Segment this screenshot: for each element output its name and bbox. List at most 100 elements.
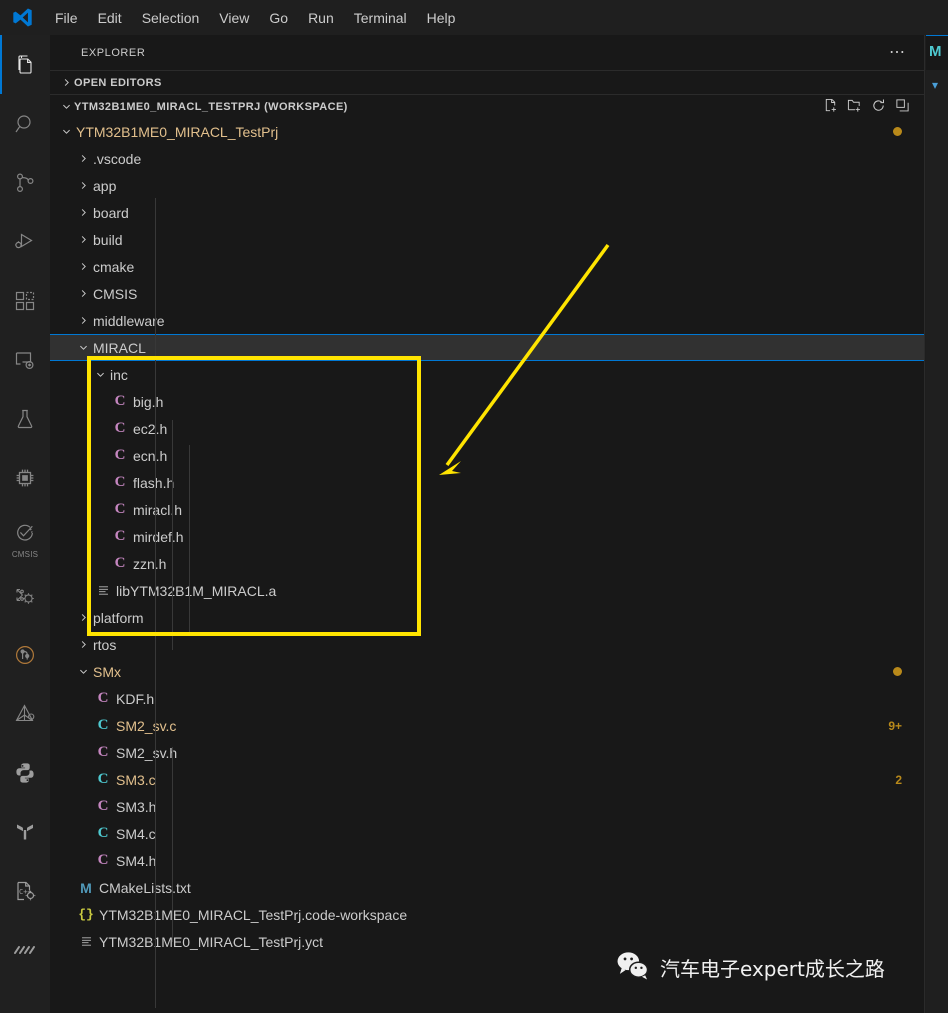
tree-folder-row[interactable]: platform — [50, 604, 924, 631]
activity-item-embedded-debug[interactable] — [0, 684, 50, 743]
tree-item-label: miracl.h — [133, 501, 183, 518]
new-file-icon[interactable] — [823, 98, 838, 116]
section-workspace[interactable]: YTM32B1ME0_MIRACL_TESTPRJ (WORKSPACE) — [50, 94, 924, 118]
indent-guide — [172, 747, 173, 942]
chevron-down-icon[interactable] — [92, 369, 108, 380]
menu-item-edit[interactable]: Edit — [89, 6, 131, 30]
tree-file-row[interactable]: Cmiracl.h — [50, 496, 924, 523]
tree-file-row[interactable]: Cbig.h — [50, 388, 924, 415]
c-source-file-icon: C — [97, 825, 109, 841]
chevron-right-icon[interactable] — [75, 612, 91, 623]
section-open-editors[interactable]: OPEN EDITORS — [50, 70, 924, 94]
tree-file-row[interactable]: C SM4.h — [50, 847, 924, 874]
menu-item-view[interactable]: View — [210, 6, 258, 30]
tree-file-row[interactable]: C SM3.c 2 — [50, 766, 924, 793]
c-header-file-icon: C — [114, 393, 126, 409]
tree-file-row[interactable]: C KDF.h — [50, 685, 924, 712]
activity-bar: CMSIS C++ — [0, 35, 50, 1013]
tree-folder-row[interactable]: MIRACL — [50, 334, 924, 361]
tree-file-row[interactable]: C SM4.c — [50, 820, 924, 847]
tree-file-row[interactable]: Cmirdef.h — [50, 523, 924, 550]
tree-file-row[interactable]: M CMakeLists.txt — [50, 874, 924, 901]
tree-folder-row[interactable]: board — [50, 199, 924, 226]
activity-item-search[interactable] — [0, 94, 50, 153]
tree-item-label: SM3.c — [116, 771, 156, 788]
chevron-right-icon[interactable] — [75, 639, 91, 650]
tree-item-label: cmake — [93, 258, 135, 275]
ellipsis-icon[interactable]: ⋯ — [883, 44, 912, 62]
tree-folder-row[interactable]: build — [50, 226, 924, 253]
vscode-window: File Edit Selection View Go Run Terminal… — [0, 0, 948, 1013]
chevron-right-icon[interactable] — [75, 261, 91, 272]
tree-item-label: build — [93, 231, 123, 248]
wechat-watermark-text: 汽车电子expert成长之路 — [660, 957, 885, 981]
chevron-right-icon[interactable] — [75, 315, 91, 326]
c-header-file-icon: C — [97, 798, 109, 814]
tree-file-row[interactable]: Czzn.h — [50, 550, 924, 577]
activity-item-python[interactable] — [0, 743, 50, 802]
tree-item-label: big.h — [133, 393, 164, 410]
tree-folder-row[interactable]: middleware — [50, 307, 924, 334]
tree-folder-row[interactable]: cmake — [50, 253, 924, 280]
c-header-file-icon: C — [114, 501, 126, 517]
tree-folder-row[interactable]: app — [50, 172, 924, 199]
tree-folder-row[interactable]: YTM32B1ME0_MIRACL_TestPrj — [50, 118, 924, 145]
chevron-right-icon — [58, 77, 74, 88]
tree-file-row[interactable]: Cflash.h — [50, 469, 924, 496]
activity-item-extensions[interactable] — [0, 271, 50, 330]
activity-item-cmsis[interactable]: CMSIS — [0, 507, 50, 566]
menu-item-terminal[interactable]: Terminal — [345, 6, 416, 30]
chevron-right-icon[interactable] — [75, 153, 91, 164]
activity-item-git-graph[interactable] — [0, 625, 50, 684]
collapse-all-icon[interactable] — [895, 98, 910, 116]
tree-folder-row[interactable]: rtos — [50, 631, 924, 658]
chevron-right-icon[interactable] — [75, 288, 91, 299]
menu-item-selection[interactable]: Selection — [133, 6, 209, 30]
breadcrumb-chevron-down-icon[interactable]: ▾ — [932, 78, 938, 92]
chevron-right-icon[interactable] — [75, 207, 91, 218]
menu-item-go[interactable]: Go — [260, 6, 297, 30]
tree-folder-row[interactable]: SMx — [50, 658, 924, 685]
tree-item-label: SM3.h — [116, 798, 157, 815]
tree-file-row[interactable]: Cecn.h — [50, 442, 924, 469]
activity-item-platformio[interactable] — [0, 802, 50, 861]
tree-folder-row[interactable]: CMSIS — [50, 280, 924, 307]
new-folder-icon[interactable] — [847, 98, 862, 116]
chevron-down-icon[interactable] — [58, 126, 74, 137]
tree-folder-row[interactable]: .vscode — [50, 145, 924, 172]
tree-file-row[interactable]: C SM2_sv.c 9+ — [50, 712, 924, 739]
activity-item-serial-monitor[interactable] — [0, 920, 50, 979]
beaker-icon — [13, 407, 37, 431]
activity-item-embedded-tools[interactable] — [0, 448, 50, 507]
vscode-logo-icon — [0, 0, 45, 35]
menu-item-run[interactable]: Run — [299, 6, 343, 30]
chevron-down-icon[interactable] — [75, 666, 91, 677]
menu-bar[interactable]: File Edit Selection View Go Run Terminal… — [45, 0, 465, 35]
peripherals-gear-icon — [13, 584, 37, 608]
activity-item-remote-explorer[interactable] — [0, 330, 50, 389]
chip-icon — [13, 466, 37, 490]
activity-item-cpp-config[interactable]: C++ — [0, 861, 50, 920]
activity-item-run-and-debug[interactable] — [0, 212, 50, 271]
c-header-file-icon: C — [114, 474, 126, 490]
activity-item-testing[interactable] — [0, 389, 50, 448]
refresh-icon[interactable] — [871, 98, 886, 116]
title-menu-bar: File Edit Selection View Go Run Terminal… — [0, 0, 948, 35]
editor-tab-label: M — [929, 43, 942, 60]
tree-file-row[interactable]: C SM2_sv.h — [50, 739, 924, 766]
tree-file-row[interactable]: libYTM32B1M_MIRACL.a — [50, 577, 924, 604]
menu-item-file[interactable]: File — [46, 6, 87, 30]
chevron-down-icon[interactable] — [75, 342, 91, 353]
tree-file-row[interactable]: {} YTM32B1ME0_MIRACL_TestPrj.code-workspa… — [50, 901, 924, 928]
tree-folder-row[interactable]: inc — [50, 361, 924, 388]
activity-item-peripherals[interactable] — [0, 566, 50, 625]
menu-item-help[interactable]: Help — [418, 6, 465, 30]
tree-file-row[interactable]: C SM3.h — [50, 793, 924, 820]
activity-item-explorer[interactable] — [0, 35, 50, 94]
activity-item-source-control[interactable] — [0, 153, 50, 212]
c-header-file-icon: C — [97, 744, 109, 760]
tree-file-row[interactable]: Cec2.h — [50, 415, 924, 442]
chevron-right-icon[interactable] — [75, 180, 91, 191]
extensions-icon — [13, 289, 37, 313]
chevron-right-icon[interactable] — [75, 234, 91, 245]
